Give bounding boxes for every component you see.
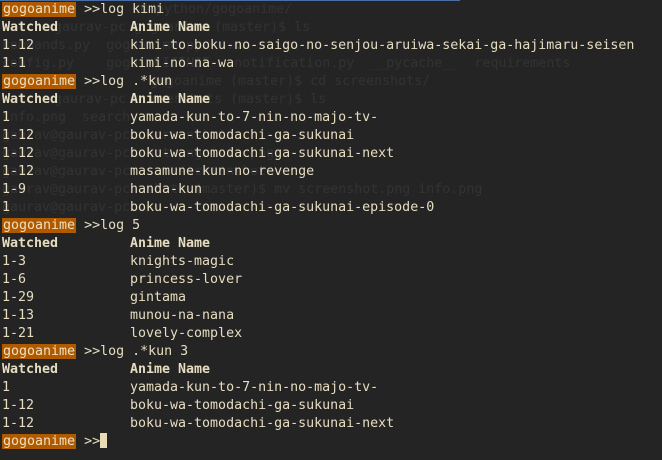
command-text: log 5 xyxy=(100,218,141,233)
table-row: 1-12 masamune-kun-no-revenge xyxy=(2,163,662,181)
watched-value: 1-13 xyxy=(2,308,35,323)
anime-name: masamune-kun-no-revenge xyxy=(130,164,315,179)
watched-value: 1-6 xyxy=(2,272,27,287)
table-row: 1-1 kimi-no-na-wa xyxy=(2,55,662,73)
watched-value: 1-12 xyxy=(2,164,35,179)
anime-name: boku-wa-tomodachi-ga-sukunai xyxy=(130,128,355,143)
header-watched: Watched xyxy=(2,20,59,35)
anime-name: yamada-kun-to-7-nin-no-majo-tv- xyxy=(130,110,379,125)
command-text: log kimi xyxy=(100,2,165,17)
prompt-label: gogoanime xyxy=(2,218,77,233)
table-header: Watched Anime Name xyxy=(2,235,662,253)
prompt-label: gogoanime xyxy=(2,434,77,449)
anime-name: kimi-no-na-wa xyxy=(130,56,235,71)
table-row: 1 yamada-kun-to-7-nin-no-majo-tv- xyxy=(2,379,662,397)
table-row: 1-12 kimi-to-boku-no-saigo-no-senjou-arui… xyxy=(2,37,662,55)
watched-value: 1-12 xyxy=(2,398,35,413)
table-row: 1-12 boku-wa-tomodachi-ga-sukunai xyxy=(2,127,662,145)
command-text: log .*kun 3 xyxy=(100,344,189,359)
header-anime-name: Anime Name xyxy=(130,92,211,107)
anime-name: boku-wa-tomodachi-ga-sukunai-episode-0 xyxy=(130,200,435,215)
watched-value: 1 xyxy=(2,380,11,395)
watched-value: 1-1 xyxy=(2,56,27,71)
prompt-line: gogoanime >>log kimi xyxy=(2,1,662,19)
prompt-label: gogoanime xyxy=(2,74,77,89)
header-watched: Watched xyxy=(2,236,59,251)
prompt-symbol: >> xyxy=(84,74,101,89)
prompt-line: gogoanime >>log 5 xyxy=(2,217,662,235)
header-watched: Watched xyxy=(2,92,59,107)
anime-name: yamada-kun-to-7-nin-no-majo-tv- xyxy=(130,380,379,395)
header-watched: Watched xyxy=(2,362,59,377)
watched-value: 1-29 xyxy=(2,290,35,305)
watched-value: 1-12 xyxy=(2,128,35,143)
prompt-symbol: >> xyxy=(84,2,101,17)
table-row: 1-12 boku-wa-tomodachi-ga-sukunai-next xyxy=(2,145,662,163)
anime-name: lovely-complex xyxy=(130,326,243,341)
anime-name: handa-kun xyxy=(130,182,203,197)
table-header: Watched Anime Name xyxy=(2,19,662,37)
prompt-label: gogoanime xyxy=(2,2,77,17)
table-row: 1 boku-wa-tomodachi-ga-sukunai-episode-0 xyxy=(2,199,662,217)
table-row: 1-6 princess-lover xyxy=(2,271,662,289)
anime-name: gintama xyxy=(130,290,187,305)
table-row: 1-13 munou-na-nana xyxy=(2,307,662,325)
watched-value: 1-9 xyxy=(2,182,27,197)
anime-name: munou-na-nana xyxy=(130,308,235,323)
prompt-line: gogoanime >>log .*kun xyxy=(2,73,662,91)
anime-name: kimi-to-boku-no-saigo-no-senjou-aruiwa-s… xyxy=(130,38,635,53)
table-header: Watched Anime Name xyxy=(2,91,662,109)
prompt-symbol: >> xyxy=(84,434,101,449)
watched-value: 1-12 xyxy=(2,416,35,431)
anime-name: boku-wa-tomodachi-ga-sukunai xyxy=(130,398,355,413)
watched-value: 1-3 xyxy=(2,254,27,269)
table-row: 1-12 boku-wa-tomodachi-ga-sukunai xyxy=(2,397,662,415)
command-text: log .*kun xyxy=(100,74,173,89)
header-anime-name: Anime Name xyxy=(130,362,211,377)
watched-value: 1 xyxy=(2,110,11,125)
prompt-line: gogoanime >> xyxy=(2,433,662,451)
header-anime-name: Anime Name xyxy=(130,20,211,35)
watched-value: 1-21 xyxy=(2,326,35,341)
header-anime-name: Anime Name xyxy=(130,236,211,251)
table-row: 1 yamada-kun-to-7-nin-no-majo-tv- xyxy=(2,109,662,127)
watched-value: 1-12 xyxy=(2,38,35,53)
watched-value: 1-12 xyxy=(2,146,35,161)
table-row: 1-21 lovely-complex xyxy=(2,325,662,343)
anime-name: boku-wa-tomodachi-ga-sukunai-next xyxy=(130,146,395,161)
prompt-line: gogoanime >>log .*kun 3 xyxy=(2,343,662,361)
table-row: 1-12 boku-wa-tomodachi-ga-sukunai-next xyxy=(2,415,662,433)
prompt-symbol: >> xyxy=(84,344,101,359)
anime-name: knights-magic xyxy=(130,254,235,269)
cursor[interactable] xyxy=(100,433,108,448)
watched-value: 1 xyxy=(2,200,11,215)
anime-name: princess-lover xyxy=(130,272,243,287)
table-header: Watched Anime Name xyxy=(2,361,662,379)
anime-name: boku-wa-tomodachi-ga-sukunai-next xyxy=(130,416,395,431)
prompt-symbol: >> xyxy=(84,218,101,233)
table-row: 1-3 knights-magic xyxy=(2,253,662,271)
prompt-label: gogoanime xyxy=(2,344,77,359)
terminal-output[interactable]: gogoanime >>log kimi Watched Anime Name 1-1… xyxy=(2,1,662,451)
table-row: 1-9 handa-kun xyxy=(2,181,662,199)
table-row: 1-29 gintama xyxy=(2,289,662,307)
